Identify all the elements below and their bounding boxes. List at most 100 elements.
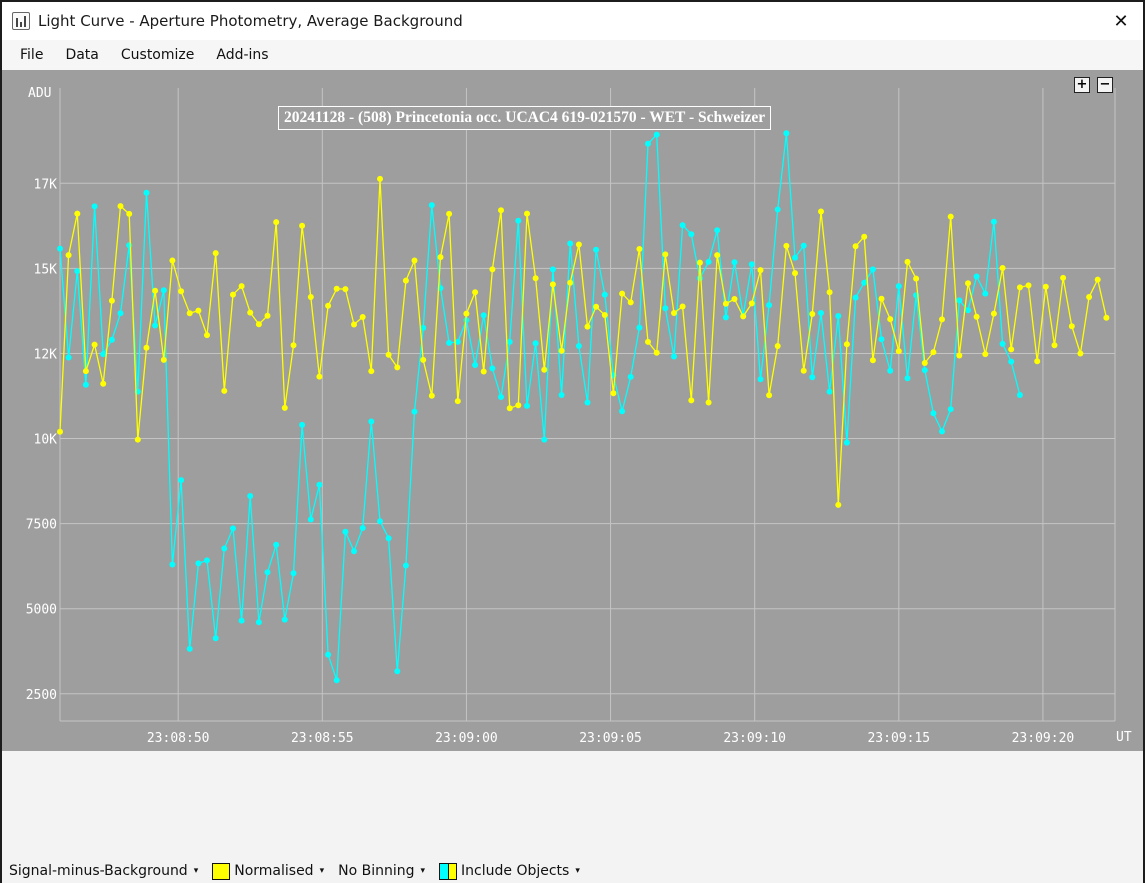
target-data-point — [204, 557, 210, 564]
y-tick-label: 2500 — [26, 688, 57, 703]
comparison-data-point — [204, 332, 210, 339]
comparison-data-point — [463, 310, 470, 317]
target-data-point — [230, 525, 236, 532]
comparison-data-point — [307, 294, 314, 300]
comparison-data-point — [368, 368, 375, 375]
comparison-data-point — [800, 367, 807, 374]
zoom-in-button[interactable]: + — [1074, 77, 1090, 93]
comparison-data-point — [169, 257, 176, 264]
target-data-point — [91, 203, 98, 210]
comparison-data-point — [506, 405, 513, 412]
comparison-data-point — [1016, 284, 1023, 291]
target-data-point — [160, 287, 167, 294]
signal-mode-dropdown[interactable]: Signal-minus-Background ▾ — [9, 863, 198, 879]
target-data-point — [333, 677, 340, 684]
y-tick-label: 12K — [34, 347, 58, 362]
x-axis-unit: UT — [1116, 730, 1132, 745]
include-objects-dropdown[interactable]: Include Objects ▾ — [439, 862, 580, 880]
comparison-data-point — [1077, 350, 1084, 357]
target-data-point — [835, 313, 842, 319]
target-data-point — [307, 516, 314, 523]
comparison-data-point — [558, 347, 565, 354]
target-data-point — [532, 340, 539, 347]
comparison-data-point — [91, 341, 98, 348]
normalise-dropdown[interactable]: Normalised ▾ — [212, 862, 325, 880]
y-tick-label: 15K — [34, 262, 58, 277]
comparison-data-point — [359, 314, 366, 320]
chevron-down-icon: ▾ — [575, 866, 580, 876]
comparison-data-point — [601, 312, 608, 318]
comparison-data-point — [852, 243, 859, 250]
x-tick-label: 23:09:20 — [1012, 731, 1075, 746]
comparison-data-point — [160, 356, 167, 363]
target-data-point — [351, 548, 357, 555]
binning-dropdown[interactable]: No Binning ▾ — [338, 863, 425, 879]
target-data-point — [186, 645, 193, 652]
comparison-data-point — [843, 341, 850, 348]
menu-file[interactable]: File — [2, 47, 54, 63]
comparison-data-point — [134, 436, 141, 443]
light-curve-app-icon — [12, 12, 30, 30]
target-data-point — [169, 561, 176, 568]
chevron-down-icon: ▾ — [319, 866, 325, 876]
zoom-out-button[interactable]: − — [1097, 77, 1113, 93]
target-data-point — [377, 518, 383, 525]
comparison-data-point — [575, 241, 582, 248]
comparison-data-point — [869, 357, 876, 364]
comparison-data-point — [783, 242, 790, 249]
comparison-data-point — [714, 252, 721, 259]
comparison-data-point — [1008, 346, 1015, 353]
target-data-point — [238, 617, 245, 624]
target-data-point — [506, 338, 513, 345]
target-data-point — [575, 343, 582, 349]
comparison-data-point — [965, 280, 971, 287]
target-data-point — [653, 131, 660, 138]
comparison-data-point — [186, 310, 193, 317]
comparison-data-point — [973, 313, 980, 320]
light-curve-window: Light Curve - Aperture Photometry, Avera… — [2, 2, 1143, 883]
x-tick-label: 23:08:55 — [291, 731, 354, 746]
target-data-point — [619, 408, 626, 415]
comparison-data-point — [930, 349, 937, 356]
target-data-point — [887, 367, 894, 374]
target-data-point — [852, 294, 859, 301]
comparison-data-point — [290, 342, 297, 349]
comparison-data-point — [679, 303, 686, 310]
target-data-point — [783, 130, 790, 137]
comparison-data-point — [264, 312, 271, 319]
target-data-point — [82, 381, 89, 388]
target-data-point — [281, 616, 288, 623]
target-data-point — [117, 310, 124, 317]
menu-add-ins[interactable]: Add-ins — [205, 47, 279, 63]
comparison-data-point — [904, 258, 911, 265]
comparison-data-point — [696, 259, 703, 266]
menu-data[interactable]: Data — [54, 47, 109, 63]
target-data-point — [731, 259, 738, 266]
comparison-data-point — [100, 380, 107, 387]
comparison-data-point — [255, 321, 262, 328]
target-data-point — [74, 268, 81, 275]
light-curve-plot[interactable]: 2500 5000 7500 10K 12K 15K 17K 23:08:50 23:08:55… — [2, 70, 1143, 751]
chart-title: 20241128 - (508) Princetonia occ. UCAC4 … — [278, 106, 772, 130]
target-data-point — [394, 668, 401, 675]
comparison-data-point — [385, 351, 392, 358]
close-button[interactable]: ✕ — [1099, 2, 1143, 40]
target-data-point — [990, 218, 997, 225]
target-data-point — [757, 376, 764, 383]
comparison-data-point — [610, 390, 617, 397]
comparison-data-point — [567, 279, 574, 286]
target-data-point — [627, 373, 634, 380]
comparison-data-point — [705, 399, 712, 406]
comparison-data-point — [247, 309, 254, 316]
target-data-point — [57, 245, 63, 252]
target-data-point — [895, 283, 902, 290]
target-data-point — [299, 421, 306, 428]
target-data-point — [195, 560, 202, 567]
menu-customize[interactable]: Customize — [110, 47, 206, 63]
target-data-point — [489, 365, 496, 372]
comparison-data-point — [541, 366, 548, 373]
target-data-point — [108, 336, 115, 343]
comparison-series-line — [59, 178, 1108, 505]
target-data-point — [342, 528, 349, 535]
target-data-point — [264, 569, 271, 576]
